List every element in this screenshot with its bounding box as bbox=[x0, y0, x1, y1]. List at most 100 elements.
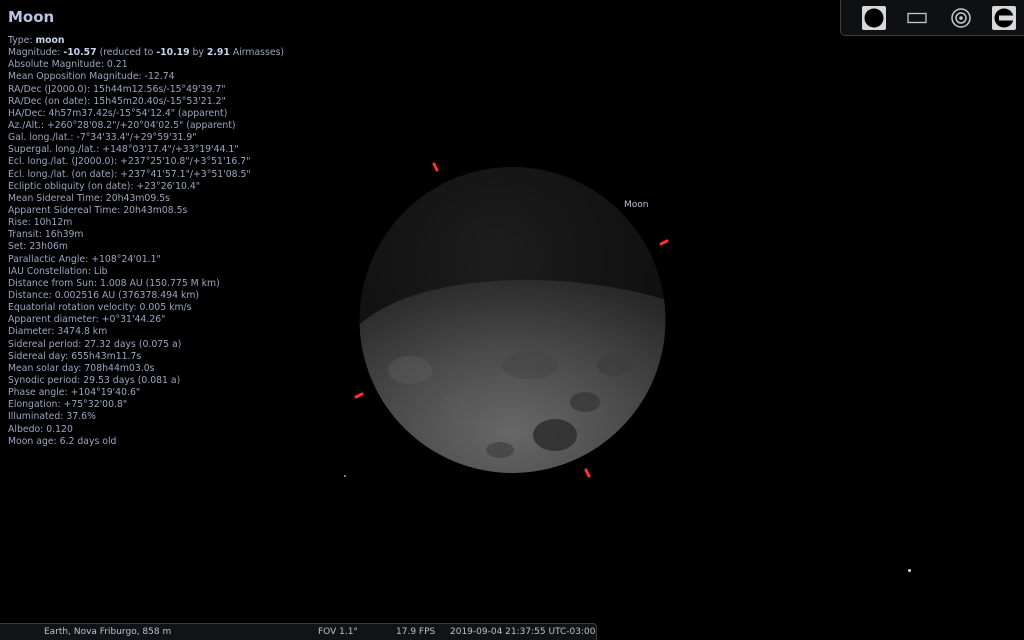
center-target-button[interactable] bbox=[948, 5, 974, 31]
info-line: Sidereal period: 27.32 days (0.075 a) bbox=[8, 339, 284, 351]
info-value: 2.91 bbox=[206, 47, 230, 59]
view-toolbar bbox=[840, 0, 1024, 36]
moon-crater bbox=[440, 393, 480, 417]
info-line: Ecl. long./lat. (on date): +237°41'57.1"… bbox=[8, 169, 284, 181]
info-line: Supergal. long./lat.: +148°03'17.4"/+33°… bbox=[8, 144, 284, 156]
object-title: Moon bbox=[8, 8, 55, 26]
info-text: Ecliptic obliquity (on date): +23°26'10.… bbox=[8, 180, 201, 192]
info-line: Equatorial rotation velocity: 0.005 km/s bbox=[8, 302, 284, 314]
sky-view[interactable]: Moon Type: moon Magnitude: -10.57 (reduce… bbox=[0, 0, 1024, 640]
screen-frame-button[interactable] bbox=[904, 5, 930, 31]
info-text: Phase angle: +104°19'40.6" bbox=[8, 387, 141, 399]
info-line: Az./Alt.: +260°28'08.2"/+20°04'02.5" (ap… bbox=[8, 120, 284, 132]
info-text: Ecl. long./lat. (J2000.0): +237°25'10.8"… bbox=[8, 156, 251, 168]
info-line: RA/Dec (J2000.0): 15h44m12.56s/-15°49'39… bbox=[8, 84, 284, 96]
info-line: Parallactic Angle: +108°24'01.1" bbox=[8, 254, 284, 266]
info-text: RA/Dec (on date): 15h45m20.40s/-15°53'21… bbox=[8, 95, 226, 107]
info-text: Equatorial rotation velocity: 0.005 km/s bbox=[8, 302, 192, 314]
info-text: Airmasses) bbox=[229, 47, 285, 59]
info-line: Illuminated: 37.6% bbox=[8, 411, 284, 423]
info-text: Illuminated: 37.6% bbox=[8, 411, 96, 423]
rectangle-outline-icon bbox=[907, 12, 927, 24]
info-text: RA/Dec (J2000.0): 15h44m12.56s/-15°49'39… bbox=[8, 83, 226, 95]
info-line: Mean Opposition Magnitude: -12.74 bbox=[8, 71, 284, 83]
telescope-button[interactable] bbox=[991, 5, 1017, 31]
concentric-circles-icon bbox=[951, 8, 971, 28]
star[interactable] bbox=[908, 569, 911, 572]
info-line: Magnitude: -10.57 (reduced to -10.19 by … bbox=[8, 47, 284, 59]
moon-crater bbox=[533, 419, 577, 451]
info-text: Set: 23h06m bbox=[8, 241, 68, 253]
status-bar: Earth, Nova Friburgo, 858 m FOV 1.1° 17.… bbox=[0, 623, 597, 640]
moon-mare bbox=[597, 354, 633, 376]
location-text[interactable]: Earth, Nova Friburgo, 858 m bbox=[44, 627, 171, 637]
info-line: Type: moon bbox=[8, 35, 284, 47]
fps-text: 17.9 FPS bbox=[396, 627, 436, 637]
info-text: Mean Opposition Magnitude: -12.74 bbox=[8, 71, 175, 83]
info-line: Apparent Sidereal Time: 20h43m08.5s bbox=[8, 205, 284, 217]
info-line: Distance: 0.002516 AU (376378.494 km) bbox=[8, 290, 284, 302]
info-text: HA/Dec: 4h57m37.42s/-15°54'12.4" (appare… bbox=[8, 107, 228, 119]
info-line: Sidereal day: 655h43m11.7s bbox=[8, 351, 284, 363]
info-text: Mean Sidereal Time: 20h43m09.5s bbox=[8, 192, 170, 204]
info-text: Transit: 16h39m bbox=[8, 229, 84, 241]
info-text: Albedo: 0.120 bbox=[8, 423, 73, 435]
datetime-text[interactable]: 2019-09-04 21:37:55 UTC-03:00 bbox=[450, 627, 595, 637]
info-text: Parallactic Angle: +108°24'01.1" bbox=[8, 253, 161, 265]
info-line: Mean solar day: 708h44m03.0s bbox=[8, 363, 284, 375]
info-line: RA/Dec (on date): 15h45m20.40s/-15°53'21… bbox=[8, 96, 284, 108]
fov-text: FOV 1.1° bbox=[318, 627, 358, 637]
info-text: Gal. long./lat.: -7°34'33.4"/+29°59'31.9… bbox=[8, 132, 197, 144]
info-text: Rise: 10h12m bbox=[8, 217, 73, 229]
info-value: -10.57 bbox=[63, 47, 97, 59]
filled-circle-icon bbox=[862, 6, 886, 30]
info-line: Rise: 10h12m bbox=[8, 217, 284, 229]
info-text: Sidereal day: 655h43m11.7s bbox=[8, 350, 142, 362]
info-line: IAU Constellation: Lib bbox=[8, 266, 284, 278]
info-text: Sidereal period: 27.32 days (0.075 a) bbox=[8, 338, 182, 350]
info-text: Supergal. long./lat.: +148°03'17.4"/+33°… bbox=[8, 144, 239, 156]
info-value: -10.19 bbox=[156, 47, 190, 59]
moon-label: Moon bbox=[624, 200, 649, 210]
info-line: Diameter: 3474.8 km bbox=[8, 326, 284, 338]
moon-view-button[interactable] bbox=[861, 5, 887, 31]
telescope-eyepiece-icon bbox=[992, 6, 1016, 30]
info-text: Magnitude: bbox=[8, 47, 64, 59]
moon-crater bbox=[570, 392, 600, 412]
object-info-panel: Type: moon Magnitude: -10.57 (reduced to … bbox=[8, 35, 284, 448]
info-line: Set: 23h06m bbox=[8, 241, 284, 253]
info-text: Apparent diameter: +0°31'44.26" bbox=[8, 314, 166, 326]
info-line: HA/Dec: 4h57m37.42s/-15°54'12.4" (appare… bbox=[8, 108, 284, 120]
info-text: by bbox=[189, 47, 207, 59]
info-line: Ecliptic obliquity (on date): +23°26'10.… bbox=[8, 181, 284, 193]
info-text: (reduced to bbox=[96, 47, 157, 59]
info-line: Elongation: +75°32'00.8" bbox=[8, 399, 284, 411]
info-text: Type: bbox=[8, 35, 36, 46]
info-line: Gal. long./lat.: -7°34'33.4"/+29°59'31.9… bbox=[8, 132, 284, 144]
info-line: Phase angle: +104°19'40.6" bbox=[8, 387, 284, 399]
info-line: Transit: 16h39m bbox=[8, 229, 284, 241]
info-value: moon bbox=[35, 35, 65, 46]
info-text: Mean solar day: 708h44m03.0s bbox=[8, 362, 155, 374]
moon-highland bbox=[388, 356, 432, 384]
info-text: Distance: 0.002516 AU (376378.494 km) bbox=[8, 289, 200, 301]
info-text: Absolute Magnitude: 0.21 bbox=[8, 59, 128, 71]
moon-lit-side bbox=[359, 279, 666, 473]
info-text: Moon age: 6.2 days old bbox=[8, 435, 117, 447]
moon-mare bbox=[502, 351, 558, 379]
info-text: Apparent Sidereal Time: 20h43m08.5s bbox=[8, 204, 188, 216]
moon-crater bbox=[486, 442, 514, 458]
info-text: Synodic period: 29.53 days (0.081 a) bbox=[8, 374, 181, 386]
info-text: Az./Alt.: +260°28'08.2"/+20°04'02.5" (ap… bbox=[8, 119, 236, 131]
info-line: Mean Sidereal Time: 20h43m09.5s bbox=[8, 193, 284, 205]
info-line: Apparent diameter: +0°31'44.26" bbox=[8, 314, 284, 326]
info-line: Ecl. long./lat. (J2000.0): +237°25'10.8"… bbox=[8, 156, 284, 168]
info-line: Albedo: 0.120 bbox=[8, 424, 284, 436]
info-line: Moon age: 6.2 days old bbox=[8, 436, 284, 448]
info-line: Synodic period: 29.53 days (0.081 a) bbox=[8, 375, 284, 387]
info-text: Ecl. long./lat. (on date): +237°41'57.1"… bbox=[8, 168, 251, 180]
info-text: IAU Constellation: Lib bbox=[8, 265, 108, 277]
info-text: Diameter: 3474.8 km bbox=[8, 326, 108, 338]
info-line: Absolute Magnitude: 0.21 bbox=[8, 59, 284, 71]
star[interactable] bbox=[344, 475, 346, 477]
